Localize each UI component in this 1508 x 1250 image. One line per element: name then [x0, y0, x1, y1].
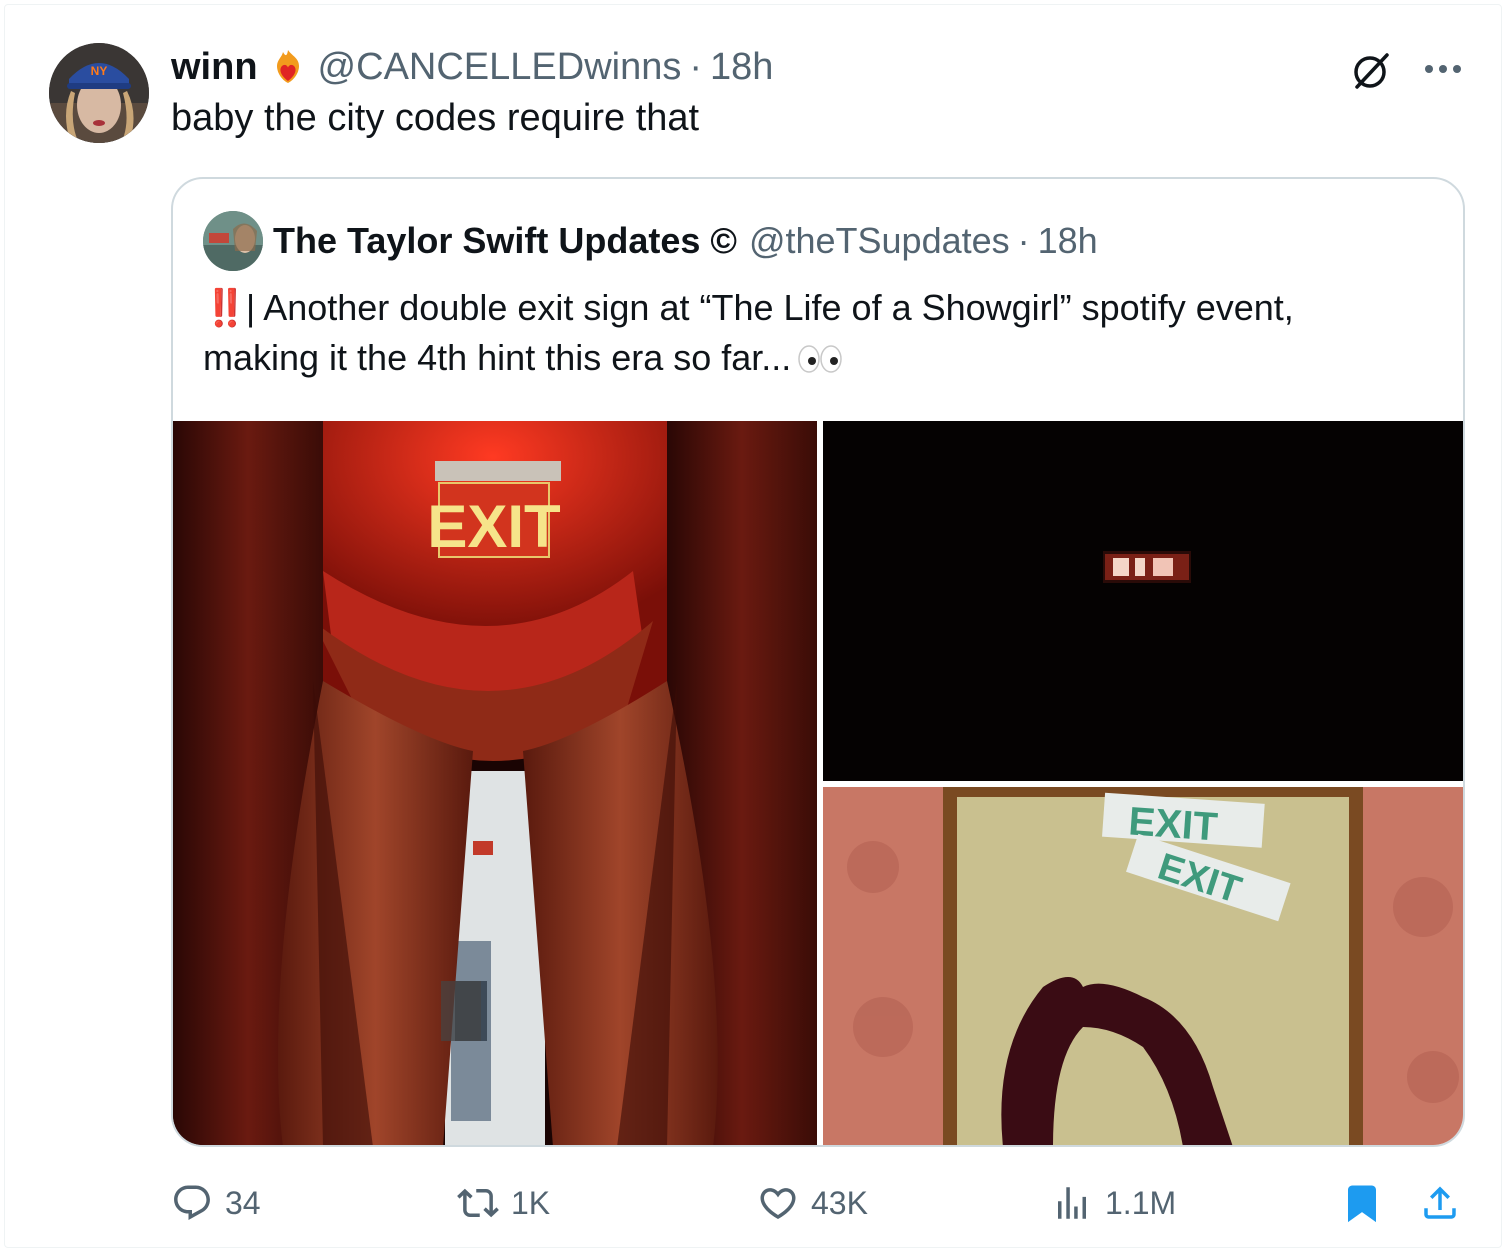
grok-icon[interactable]	[1349, 49, 1393, 93]
author-avatar[interactable]: NY	[49, 43, 149, 143]
quoted-time[interactable]: 18h	[1038, 220, 1098, 262]
repost-icon	[457, 1188, 499, 1218]
exit-sign-text: EXIT	[427, 493, 560, 560]
share-icon	[1424, 1186, 1456, 1219]
quoted-text: ‼️| Another double exit sign at “The Lif…	[203, 283, 1433, 383]
tweet-text: baby the city codes require that	[171, 97, 700, 139]
media-image-dark-sign[interactable]	[823, 421, 1463, 781]
media-image-curtains[interactable]: EXIT	[173, 421, 817, 1145]
reply-count: 34	[225, 1184, 261, 1221]
quoted-text-line2: making it the 4th hint this era so far..…	[203, 337, 792, 378]
tweet-card[interactable]: NY winn @CANCELLEDwinns · 18h baby the c…	[4, 4, 1502, 1248]
repost-count: 1K	[511, 1184, 551, 1221]
views-count: 1.1M	[1105, 1184, 1177, 1221]
quoted-author-handle[interactable]: @theTSupdates	[749, 220, 1010, 262]
bookmark-button[interactable]	[1341, 1175, 1395, 1231]
quoted-separator-dot: ·	[1017, 220, 1030, 261]
media-grid: EXIT EXIT EXIT	[173, 421, 1463, 1145]
double-exclamation-icon: ‼️	[203, 287, 248, 328]
reply-icon	[174, 1185, 210, 1220]
copyright-symbol: ©	[710, 220, 737, 261]
quoted-avatar-image	[203, 211, 263, 271]
media-image-mirror[interactable]: EXIT EXIT	[823, 787, 1463, 1145]
author-handle[interactable]: @CANCELLEDwinns	[318, 46, 682, 89]
avatar-image: NY	[49, 43, 149, 143]
tweet-header: winn @CANCELLEDwinns · 18h	[171, 45, 773, 89]
views-icon	[1058, 1187, 1086, 1219]
separator-dot: ·	[689, 45, 703, 88]
reply-button[interactable]: 34	[171, 1175, 261, 1231]
more-icon[interactable]	[1419, 49, 1467, 89]
quoted-tweet[interactable]: The Taylor Swift Updates © @theTSupdates…	[171, 177, 1465, 1147]
quoted-author-avatar[interactable]	[203, 211, 263, 271]
repost-button[interactable]: 1K	[457, 1175, 550, 1231]
svg-text:NY: NY	[91, 64, 108, 78]
quoted-text-line1: | Another double exit sign at “The Life …	[245, 287, 1294, 328]
heart-icon	[760, 1188, 796, 1220]
views-button[interactable]: 1.1M	[1051, 1175, 1176, 1231]
quoted-author-name[interactable]: The Taylor Swift Updates	[273, 220, 700, 262]
fire-heart-badge-icon	[268, 47, 308, 87]
bookmark-icon	[1348, 1185, 1376, 1223]
quoted-header: The Taylor Swift Updates © @theTSupdates…	[273, 217, 1098, 265]
share-button[interactable]	[1419, 1175, 1473, 1231]
tweet-time[interactable]: 18h	[710, 46, 773, 89]
author-name[interactable]: winn	[171, 46, 258, 89]
like-button[interactable]: 43K	[757, 1175, 868, 1231]
eyes-emoji-icon	[797, 337, 843, 373]
like-count: 43K	[811, 1184, 868, 1221]
action-bar: 34 1K 43K 1.1M	[171, 1175, 1465, 1231]
